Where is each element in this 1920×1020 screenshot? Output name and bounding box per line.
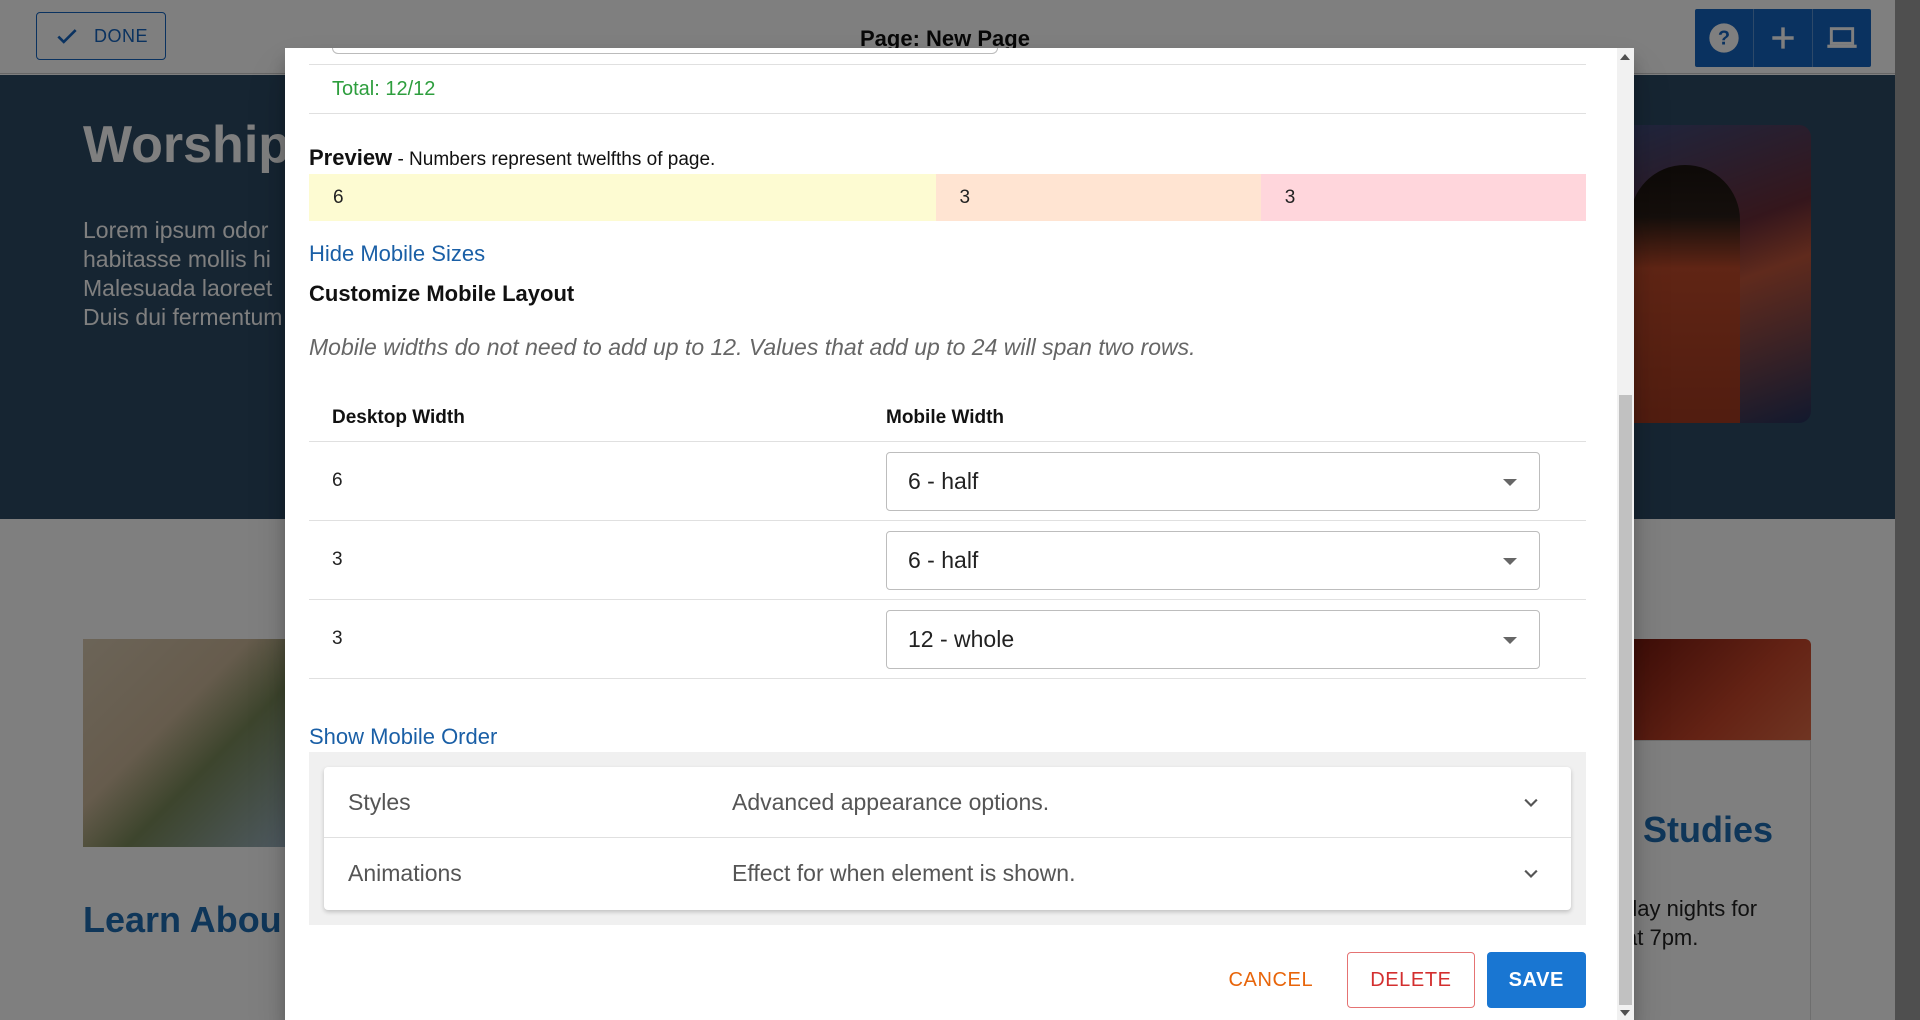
accordion-container: Styles Advanced appearance options. Anim… bbox=[309, 752, 1586, 925]
accordion-description: Effect for when element is shown. bbox=[732, 860, 1076, 886]
preview-segment: 3 bbox=[1260, 174, 1586, 221]
scrollbar-thumb[interactable] bbox=[1619, 395, 1632, 1005]
mobile-width-value: 6 - half bbox=[908, 546, 979, 573]
scroll-down-icon[interactable] bbox=[1620, 1010, 1630, 1016]
dropdown-arrow-icon bbox=[1503, 478, 1517, 486]
desktop-width-cell: 6 bbox=[332, 470, 343, 491]
accordion-animations[interactable]: Animations Effect for when element is sh… bbox=[324, 838, 1571, 909]
scroll-up-icon[interactable] bbox=[1620, 54, 1630, 60]
desktop-width-cell: 3 bbox=[332, 549, 343, 570]
table-header: Desktop Width Mobile Width bbox=[309, 394, 1586, 442]
accordion: Styles Advanced appearance options. Anim… bbox=[324, 767, 1571, 910]
mobile-width-select[interactable]: 6 - half bbox=[886, 530, 1540, 590]
hide-mobile-sizes-link[interactable]: Hide Mobile Sizes bbox=[309, 241, 485, 267]
section-edit-dialog: Total: 12/12 Preview - Numbers represent… bbox=[285, 48, 1634, 1020]
customize-heading: Customize Mobile Layout bbox=[309, 281, 575, 306]
preview-heading: Preview - Numbers represent twelfths of … bbox=[309, 145, 715, 171]
table-row: 6 6 - half bbox=[309, 442, 1586, 521]
save-button[interactable]: SAVE bbox=[1486, 952, 1586, 1008]
chevron-down-icon bbox=[1524, 798, 1538, 808]
cancel-button[interactable]: CANCEL bbox=[1206, 952, 1335, 1008]
dropdown-arrow-icon bbox=[1503, 557, 1517, 565]
mobile-width-select[interactable]: 12 - whole bbox=[886, 609, 1540, 669]
accordion-title: Styles bbox=[348, 788, 411, 815]
total-label: Total: 12/12 bbox=[332, 78, 436, 100]
accordion-styles[interactable]: Styles Advanced appearance options. bbox=[324, 767, 1571, 838]
accordion-title: Animations bbox=[348, 860, 462, 886]
preview-bar: 6 3 3 bbox=[309, 174, 1586, 221]
accordion-description: Advanced appearance options. bbox=[732, 788, 1050, 815]
dialog-scrollbar[interactable] bbox=[1617, 48, 1634, 1020]
preview-label: Preview bbox=[309, 145, 393, 170]
column-header-desktop: Desktop Width bbox=[332, 406, 465, 428]
desktop-width-cell: 3 bbox=[332, 628, 343, 649]
table-row: 3 6 - half bbox=[309, 521, 1586, 600]
mobile-width-table: Desktop Width Mobile Width 6 6 - half 3 … bbox=[309, 394, 1586, 679]
chevron-down-icon bbox=[1524, 869, 1538, 879]
preview-segment: 6 bbox=[309, 174, 936, 221]
dropdown-arrow-icon bbox=[1503, 636, 1517, 644]
mobile-width-value: 6 - half bbox=[908, 467, 979, 494]
customize-note: Mobile widths do not need to add up to 1… bbox=[309, 334, 1196, 360]
mobile-width-value: 12 - whole bbox=[908, 625, 1015, 652]
preview-note: - Numbers represent twelfths of page. bbox=[392, 149, 716, 170]
columns-field[interactable] bbox=[332, 48, 998, 54]
dialog-actions: CANCEL DELETE SAVE bbox=[1206, 952, 1586, 1008]
show-mobile-order-link[interactable]: Show Mobile Order bbox=[309, 724, 497, 750]
divider bbox=[309, 64, 1586, 65]
table-row: 3 12 - whole bbox=[309, 600, 1586, 679]
divider bbox=[309, 113, 1586, 114]
column-header-mobile: Mobile Width bbox=[886, 406, 1005, 428]
mobile-width-select[interactable]: 6 - half bbox=[886, 451, 1540, 511]
preview-segment: 3 bbox=[935, 174, 1261, 221]
delete-button[interactable]: DELETE bbox=[1347, 952, 1475, 1008]
